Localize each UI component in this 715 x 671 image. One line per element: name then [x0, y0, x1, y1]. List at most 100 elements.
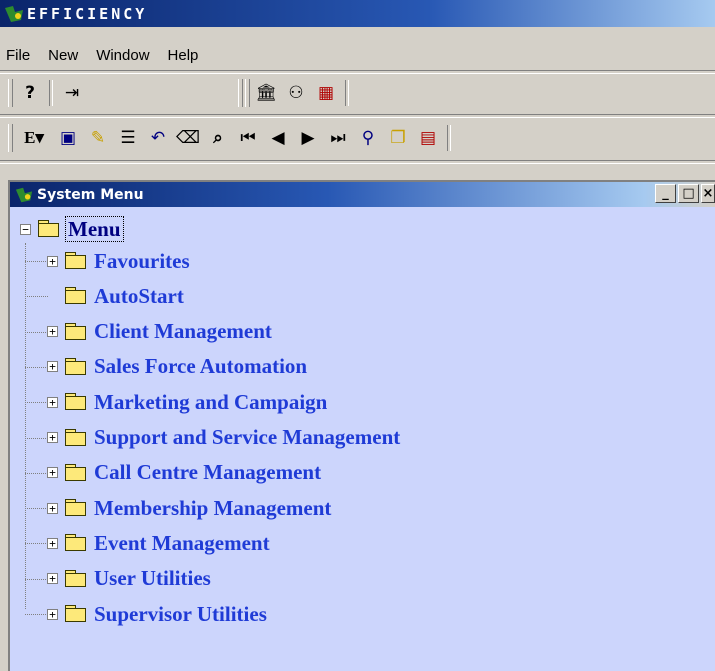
last-record-button[interactable]: ⏭ — [325, 125, 351, 151]
list-button[interactable]: ☰ — [115, 125, 141, 151]
building-button[interactable]: 🏛 — [253, 80, 279, 106]
expand-plus-icon[interactable]: + — [47, 502, 58, 514]
previous-record-button[interactable]: ◀ — [265, 125, 291, 151]
expand-plus-icon[interactable]: + — [47, 432, 58, 443]
tree-item-label: Membership Management — [94, 495, 332, 520]
expand-plus-icon[interactable]: + — [47, 255, 58, 267]
window-controls: _ □ × — [653, 184, 715, 203]
first-record-button[interactable]: ⏮ — [235, 125, 261, 151]
toolbar-grip[interactable] — [245, 79, 250, 107]
tree-item-label: Supervisor Utilities — [94, 601, 267, 626]
tree-root-menu[interactable]: − Menu — [20, 215, 124, 243]
cards-button[interactable]: ❐ — [385, 125, 411, 151]
eraser-button[interactable]: ⌫ — [175, 125, 201, 151]
undo-button[interactable]: ↶ — [145, 125, 171, 151]
people-icon: ⚇ — [288, 83, 304, 103]
menu-file[interactable]: File — [0, 47, 40, 64]
folder-icon — [64, 499, 88, 517]
tree-item[interactable]: + Supervisor Utilities — [25, 601, 267, 627]
tree-branch-line — [25, 296, 48, 298]
search-person-icon: ⚲ — [361, 128, 375, 148]
tree-item-label: Call Centre Management — [94, 460, 322, 485]
tree-item[interactable]: + Support and Service Management — [25, 425, 401, 451]
tree-item[interactable]: + Membership Management — [25, 495, 332, 521]
close-icon: × — [702, 186, 714, 201]
form-button[interactable]: ▤ — [415, 125, 441, 151]
folder-icon — [64, 569, 88, 588]
tree-branch-line — [25, 366, 48, 368]
cards-icon: ❐ — [390, 128, 406, 148]
people-button[interactable]: ⚇ — [283, 80, 309, 106]
next-record-button[interactable]: ▶ — [295, 125, 321, 151]
next-record-icon: ▶ — [301, 128, 315, 148]
tree-item-label: Sales Force Automation — [94, 354, 308, 379]
edit-dropdown-button[interactable]: E▾ — [17, 125, 51, 151]
system-menu-title: System Menu — [37, 186, 144, 203]
tree-item[interactable]: + User Utilities — [25, 566, 211, 592]
exit-icon: ⇥ — [64, 83, 80, 103]
list-icon: ☰ — [120, 128, 136, 148]
expand-plus-icon[interactable]: + — [47, 361, 58, 373]
system-menu-title-bar[interactable]: System Menu _ □ × — [10, 182, 715, 207]
search-person-button[interactable]: ⚲ — [355, 125, 381, 151]
efficiency-logo-icon — [3, 4, 25, 24]
tree-item[interactable]: + Call Centre Management — [25, 460, 322, 486]
toolbar-grip[interactable] — [8, 124, 13, 152]
expand-plus-icon[interactable]: + — [47, 396, 58, 408]
first-record-icon: ⏮ — [240, 128, 256, 148]
tree-item[interactable]: + Client Management — [25, 319, 272, 345]
exit-button[interactable]: ⇥ — [59, 80, 85, 106]
toolbar-row-1: ? ⇥ 🏛 ⚇ ▦ — [0, 75, 353, 111]
tree-item-label: User Utilities — [94, 566, 211, 591]
toolbar-separator — [447, 125, 451, 151]
numbers-grid-button[interactable]: ▦ — [313, 80, 339, 106]
folder-icon — [64, 463, 88, 482]
find-button[interactable]: ⌕ — [205, 125, 231, 151]
toolbar-grip[interactable] — [8, 79, 13, 107]
minimize-icon: _ — [662, 186, 669, 201]
numbers-grid-icon: ▦ — [317, 83, 335, 103]
expand-plus-icon[interactable]: + — [47, 326, 58, 338]
help-button[interactable]: ? — [17, 80, 43, 106]
save-button[interactable]: ▣ — [55, 125, 81, 151]
minimize-button[interactable]: _ — [655, 184, 676, 203]
tree-item[interactable]: + Sales Force Automation — [25, 354, 308, 380]
expand-plus-icon[interactable]: + — [47, 608, 58, 620]
maximize-button[interactable]: □ — [678, 184, 699, 203]
toolbar-separator — [345, 80, 349, 106]
tree-root-label: Menu — [65, 216, 124, 242]
app-title-bar[interactable]: EFFICIENCY — [0, 0, 715, 27]
tree-branch-line — [25, 331, 48, 333]
tree-item[interactable]: AutoStart — [25, 283, 184, 309]
tree-branch-line — [25, 508, 48, 510]
expand-plus-icon[interactable]: + — [47, 537, 58, 549]
tree-item-label: Support and Service Management — [94, 425, 401, 449]
clear-brush-icon: ✎ — [90, 128, 106, 148]
toolbar-row-2: E▾ ▣ ✎ ☰ ↶ ⌫ ⌕ ⏮ ◀ ▶ ⏭ ⚲ ❐ ▤ — [0, 120, 455, 156]
toolbar-grip[interactable] — [238, 79, 243, 107]
tree-item-label: AutoStart — [94, 283, 184, 308]
folder-icon — [64, 393, 88, 411]
tree-branch-line — [25, 578, 48, 580]
close-button[interactable]: × — [701, 184, 715, 203]
tree-item[interactable]: + Event Management — [25, 530, 270, 556]
menu-new[interactable]: New — [40, 47, 88, 64]
expand-plus-icon[interactable]: + — [47, 467, 58, 479]
menu-help[interactable]: Help — [160, 47, 209, 64]
folder-icon — [64, 428, 88, 447]
form-icon: ▤ — [419, 128, 437, 148]
maximize-icon: □ — [682, 186, 695, 201]
tree-item[interactable]: + Marketing and Campaign — [25, 389, 327, 415]
expand-plus-icon[interactable]: + — [47, 573, 58, 585]
tree-connector-line — [25, 243, 26, 609]
clear-brush-button[interactable]: ✎ — [85, 125, 111, 151]
undo-icon: ↶ — [150, 128, 166, 148]
folder-icon — [64, 534, 88, 552]
menu-window[interactable]: Window — [88, 47, 159, 64]
folder-icon — [64, 605, 88, 623]
folder-icon — [64, 252, 88, 270]
eraser-icon: ⌫ — [175, 128, 201, 148]
collapse-expander[interactable]: − — [20, 223, 31, 235]
tree-item-label: Client Management — [94, 319, 272, 344]
tree-item[interactable]: + Favourites — [25, 248, 190, 274]
